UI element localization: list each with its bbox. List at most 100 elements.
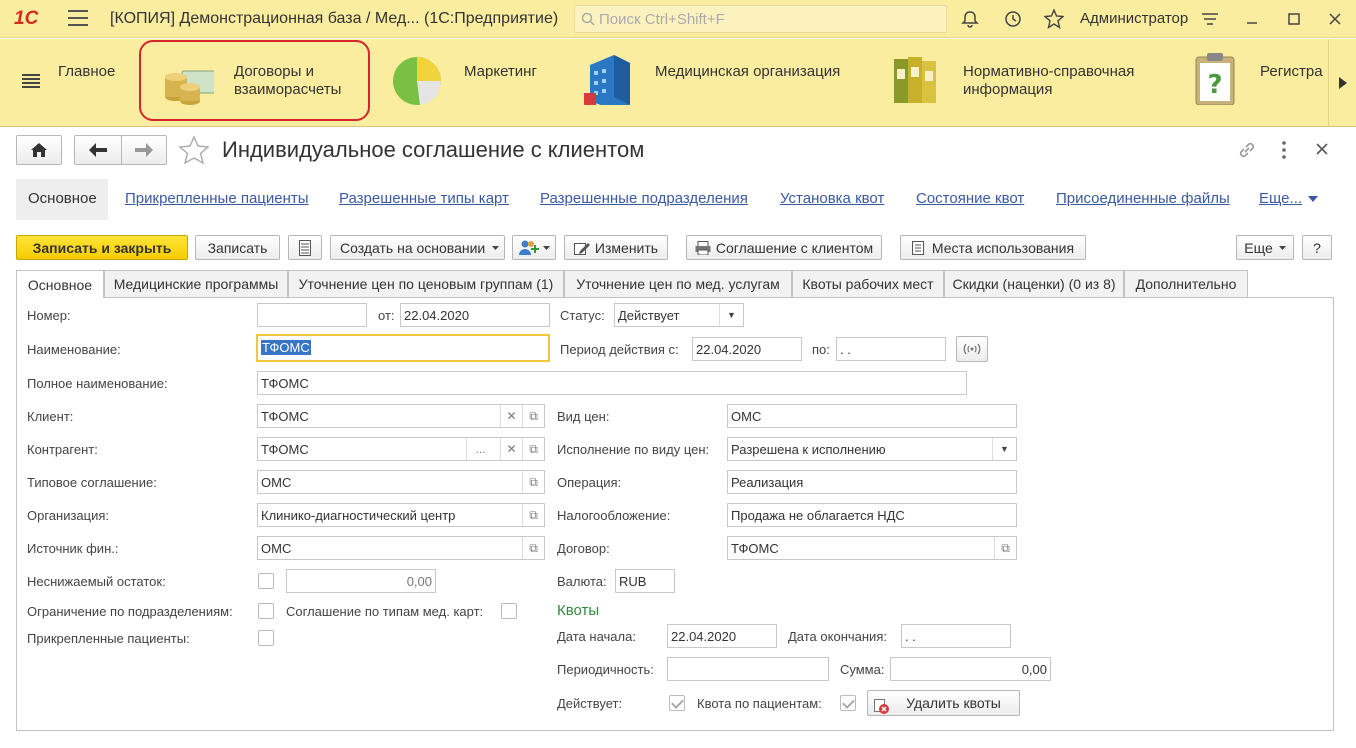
contract-field[interactable]: ТФОМС ⧉	[727, 536, 1017, 560]
min-balance-label: Неснижаемый остаток:	[27, 574, 166, 589]
name-field[interactable]: ТФОМС	[256, 334, 550, 362]
open-icon[interactable]: ⧉	[522, 438, 544, 460]
period-select-button[interactable]	[956, 336, 988, 362]
nav-main[interactable]: Основное	[28, 190, 97, 207]
edit-label: Изменить	[594, 239, 659, 256]
create-based-button[interactable]: Создать на основании	[330, 235, 505, 260]
ellipsis-icon[interactable]: ...	[466, 438, 494, 460]
start-date-label: Дата начала:	[557, 629, 636, 644]
price-type-field[interactable]: ОМС	[727, 404, 1017, 428]
tab-workplace-quotas[interactable]: Квоты рабочих мест	[792, 270, 944, 297]
min-balance-checkbox[interactable]	[258, 573, 274, 589]
end-date-field[interactable]: . .	[901, 624, 1011, 648]
forward-button[interactable]	[121, 135, 167, 165]
client-field[interactable]: ТФОМС ✕ ⧉	[257, 404, 545, 428]
currency-label: Валюта:	[557, 574, 607, 589]
open-icon[interactable]: ⧉	[522, 537, 544, 559]
sections-menu-icon[interactable]	[22, 73, 40, 89]
save-button[interactable]: Записать	[195, 235, 280, 260]
help-button[interactable]: ?	[1302, 235, 1332, 260]
edit-button[interactable]: Изменить	[564, 235, 668, 260]
name-label: Наименование:	[27, 342, 121, 357]
status-select[interactable]: Действует ▼	[614, 303, 744, 327]
operation-field[interactable]: Реализация	[727, 470, 1017, 494]
favorites-star-icon[interactable]	[1043, 8, 1065, 30]
dropdown-arrow-icon[interactable]: ▼	[719, 304, 743, 326]
currency-field[interactable]: RUB	[615, 569, 675, 593]
active-checkbox[interactable]	[669, 695, 685, 711]
link-icon[interactable]	[1236, 139, 1258, 161]
clear-icon[interactable]: ✕	[500, 405, 522, 427]
counterparty-field[interactable]: ТФОМС ... ✕ ⧉	[257, 437, 545, 461]
open-icon[interactable]: ⧉	[522, 504, 544, 526]
minimize-icon[interactable]	[1241, 8, 1263, 30]
edit-pencil-icon	[573, 242, 590, 255]
tab-price-groups[interactable]: Уточнение цен по ценовым группам (1)	[288, 270, 564, 297]
typical-field[interactable]: ОМС ⧉	[257, 470, 545, 494]
execution-select[interactable]: Разрешена к исполнению ▼	[727, 437, 1017, 461]
nav-departments[interactable]: Разрешенные подразделения	[540, 190, 748, 207]
report-button[interactable]	[288, 235, 322, 260]
more-button[interactable]: Еще	[1236, 235, 1294, 260]
settings-lines-icon[interactable]	[1199, 8, 1221, 30]
organization-field[interactable]: Клинико-диагностический центр ⧉	[257, 503, 545, 527]
section-medical-org[interactable]: Медицинская организация	[655, 63, 840, 81]
close-window-icon[interactable]	[1324, 8, 1346, 30]
search-input[interactable]: Поиск Ctrl+Shift+F	[574, 5, 947, 33]
number-field[interactable]	[257, 303, 367, 327]
favorite-star-icon[interactable]	[178, 135, 210, 165]
min-balance-field[interactable]: 0,00	[286, 569, 436, 593]
usage-places-button[interactable]: Места использования	[900, 235, 1086, 260]
nav-quota-state[interactable]: Состояние квот	[916, 190, 1024, 207]
more-vertical-icon[interactable]	[1277, 140, 1291, 160]
clear-icon[interactable]: ✕	[500, 438, 522, 460]
period-to-field[interactable]: . .	[836, 337, 946, 361]
open-icon[interactable]: ⧉	[994, 537, 1016, 559]
tab-discounts[interactable]: Скидки (наценки) (0 из 8)	[944, 270, 1124, 297]
users-button[interactable]	[512, 235, 556, 260]
date-field[interactable]: 22.04.2020	[400, 303, 550, 327]
fin-source-field[interactable]: ОМС ⧉	[257, 536, 545, 560]
tab-additional[interactable]: Дополнительно	[1124, 270, 1248, 297]
home-button[interactable]	[16, 135, 62, 165]
history-icon[interactable]	[1002, 8, 1024, 30]
close-form-icon[interactable]	[1315, 142, 1329, 156]
agreement-print-button[interactable]: Соглашение с клиентом	[686, 235, 882, 260]
section-registry[interactable]: Регистра	[1260, 63, 1328, 81]
tab-main[interactable]: Основное	[16, 270, 104, 298]
scroll-right-icon[interactable]	[1328, 39, 1356, 126]
taxation-field[interactable]: Продажа не облагается НДС	[727, 503, 1017, 527]
nav-attached-files[interactable]: Присоединенные файлы	[1056, 190, 1230, 207]
bell-icon[interactable]	[959, 8, 981, 30]
section-reference[interactable]: Нормативно-справочная информация	[963, 63, 1163, 99]
nav-attached-patients[interactable]: Прикрепленные пациенты	[125, 190, 309, 207]
attached-checkbox[interactable]	[258, 630, 274, 646]
nav-card-types[interactable]: Разрешенные типы карт	[339, 190, 509, 207]
full-name-field[interactable]: ТФОМС	[257, 371, 967, 395]
printer-icon	[695, 240, 711, 255]
dropdown-arrow-icon	[1278, 245, 1286, 250]
section-marketing[interactable]: Маркетинг	[464, 63, 537, 81]
arrow-left-icon	[89, 143, 107, 157]
maximize-icon[interactable]	[1283, 8, 1305, 30]
periodicity-field[interactable]	[667, 657, 829, 681]
tab-med-programs[interactable]: Медицинские программы	[104, 270, 288, 297]
nav-set-quotas[interactable]: Установка квот	[780, 190, 884, 207]
start-date-field[interactable]: 22.04.2020	[667, 624, 777, 648]
card-types-checkbox[interactable]	[501, 603, 517, 619]
tab-med-services[interactable]: Уточнение цен по мед. услугам	[564, 270, 792, 297]
back-button[interactable]	[74, 135, 122, 165]
sum-field[interactable]: 0,00	[890, 657, 1051, 681]
delete-quotas-button[interactable]: Удалить квоты	[867, 690, 1020, 716]
section-main[interactable]: Главное	[58, 63, 115, 81]
open-icon[interactable]: ⧉	[522, 471, 544, 493]
dept-limit-checkbox[interactable]	[258, 603, 274, 619]
open-icon[interactable]: ⧉	[522, 405, 544, 427]
period-from-field[interactable]: 22.04.2020	[692, 337, 802, 361]
dropdown-arrow-icon[interactable]: ▼	[992, 438, 1016, 460]
nav-more[interactable]: Еще...	[1259, 190, 1302, 207]
patient-quota-checkbox[interactable]	[840, 695, 856, 711]
main-menu-icon[interactable]	[68, 10, 88, 26]
user-name[interactable]: Администратор	[1080, 10, 1188, 27]
save-close-button[interactable]: Записать и закрыть	[16, 235, 188, 260]
